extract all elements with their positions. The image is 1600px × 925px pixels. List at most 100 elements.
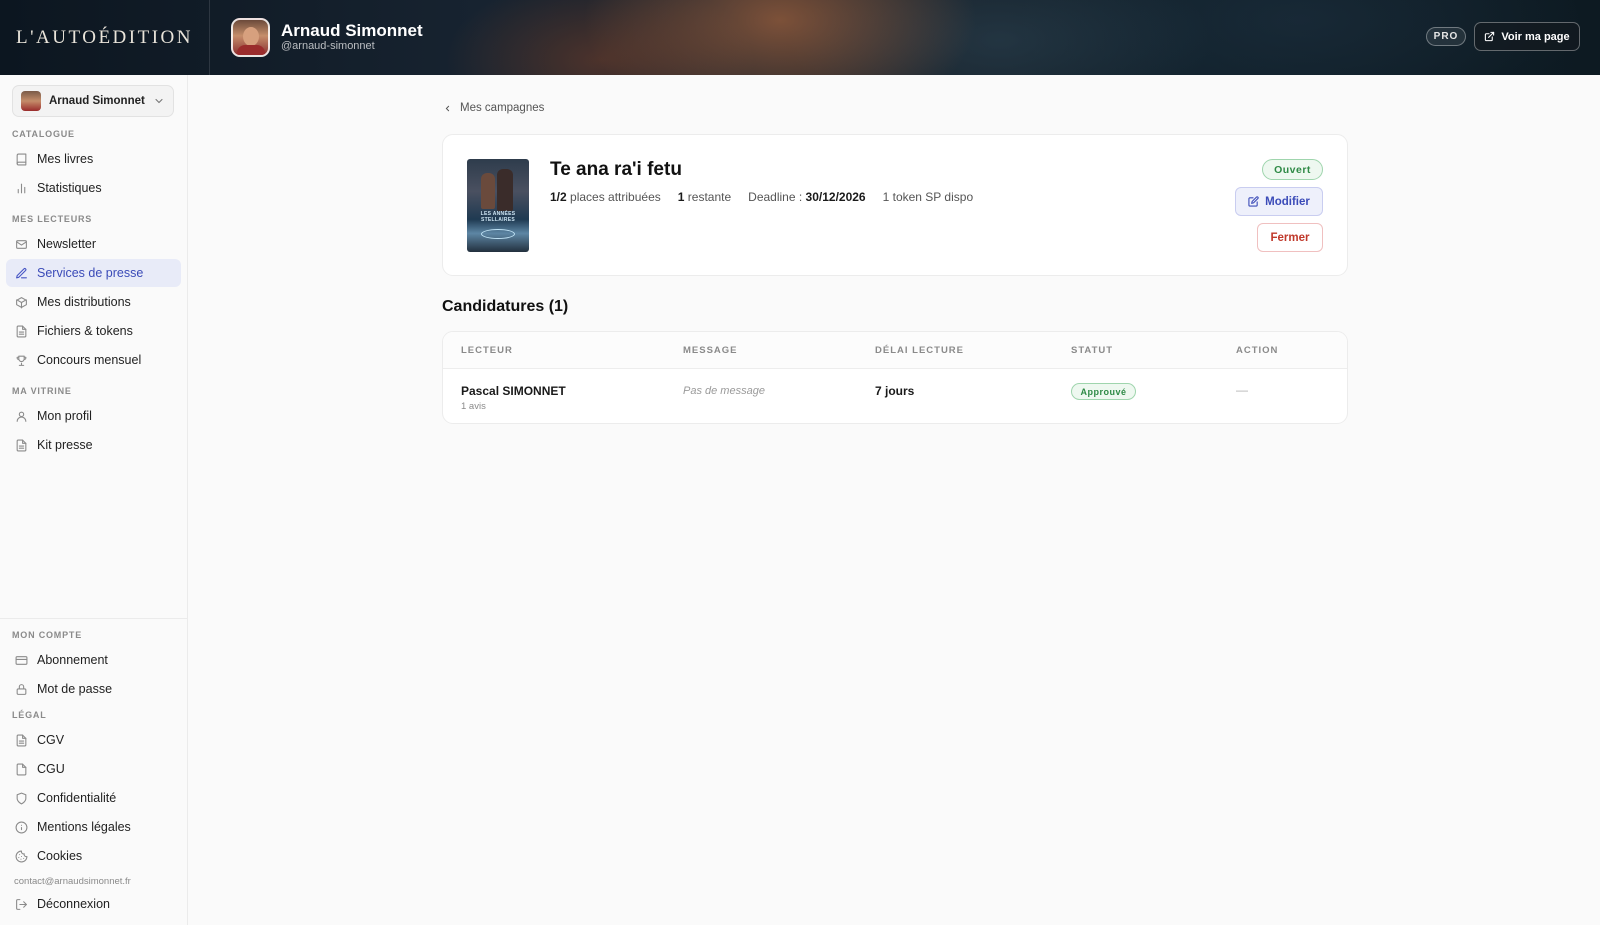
user-icon: [15, 410, 28, 423]
back-to-campaigns-link[interactable]: Mes campagnes: [443, 102, 544, 114]
book-cover: LES ANNÉES STELLAIRES: [467, 159, 529, 252]
brand-logo[interactable]: L'AUTOÉDITION: [0, 0, 210, 75]
sidebar-item-label: Kit presse: [37, 438, 93, 452]
header-user-handle: @arnaud-simonnet: [281, 40, 375, 52]
section-label-catalogue: CATALOGUE: [12, 129, 75, 139]
section-label-account: MON COMPTE: [12, 630, 82, 640]
sidebar-item-password[interactable]: Mot de passe: [6, 675, 181, 703]
view-my-page-label: Voir ma page: [1501, 30, 1570, 43]
chevron-down-icon: [153, 95, 165, 107]
applications-table: LECTEUR MESSAGE DÉLAI LECTURE STATUT ACT…: [442, 331, 1348, 424]
table-header: LECTEUR MESSAGE DÉLAI LECTURE STATUT ACT…: [443, 332, 1347, 369]
book-cover-title: LES ANNÉES STELLAIRES: [480, 211, 516, 223]
credit-card-icon: [15, 654, 28, 667]
remaining-stat: 1 restante: [677, 190, 732, 204]
account-avatar: [21, 91, 41, 111]
approved-badge: Approuvé: [1071, 383, 1136, 400]
sidebar-item-cgv[interactable]: CGV: [6, 726, 181, 754]
mail-icon: [15, 238, 28, 251]
sidebar-item-files-tokens[interactable]: Fichiers & tokens: [6, 317, 181, 345]
sidebar-item-label: Statistiques: [37, 181, 102, 195]
sidebar-item-label: Abonnement: [37, 653, 108, 667]
book-icon: [15, 153, 28, 166]
column-header-status: STATUT: [1071, 345, 1114, 356]
lock-icon: [15, 683, 28, 696]
campaign-card: LES ANNÉES STELLAIRES Te ana ra'i fetu 1…: [442, 134, 1348, 276]
edit-button[interactable]: Modifier: [1235, 187, 1323, 216]
column-header-message: MESSAGE: [683, 345, 738, 356]
column-header-reading-delay: DÉLAI LECTURE: [875, 345, 964, 356]
deadline-stat: Deadline : 30/12/2026: [748, 190, 866, 204]
status-badge: Ouvert: [1262, 159, 1323, 180]
sidebar-item-cgu[interactable]: CGU: [6, 755, 181, 783]
external-link-icon: [1484, 31, 1495, 42]
section-label-showcase: MA VITRINE: [12, 386, 72, 396]
contact-email: contact@arnaudsimonnet.fr: [14, 876, 131, 887]
sidebar-item-label: Newsletter: [37, 237, 97, 251]
sidebar-item-contest[interactable]: Concours mensuel: [6, 346, 181, 374]
sidebar-item-legal-notice[interactable]: Mentions légales: [6, 813, 181, 841]
view-my-page-button[interactable]: Voir ma page: [1474, 22, 1580, 51]
top-header: L'AUTOÉDITION Arnaud Simonnet @arnaud-si…: [0, 0, 1600, 75]
trophy-icon: [15, 354, 28, 367]
applications-heading: Candidatures (1): [442, 298, 569, 315]
file-text-icon: [15, 439, 28, 452]
sidebar-item-label: CGV: [37, 733, 65, 747]
sidebar-item-label: Fichiers & tokens: [37, 324, 133, 338]
account-switcher[interactable]: Arnaud Simonnet: [12, 85, 174, 117]
sidebar-item-profile[interactable]: Mon profil: [6, 402, 181, 430]
package-icon: [15, 296, 28, 309]
sidebar-item-label: Mon profil: [37, 409, 92, 423]
sidebar-item-label: Cookies: [37, 849, 83, 863]
sidebar-item-press-kit[interactable]: Kit presse: [6, 431, 181, 459]
reader-name[interactable]: Pascal SIMONNET: [461, 384, 566, 398]
sidebar-divider: [0, 618, 188, 619]
file-text-icon: [15, 325, 28, 338]
section-label-readers: MES LECTEURS: [12, 214, 93, 224]
edit-button-label: Modifier: [1265, 195, 1310, 208]
sidebar-item-label: Confidentialité: [37, 791, 117, 805]
section-label-legal: LÉGAL: [12, 710, 47, 720]
status-cell: Approuvé: [1071, 383, 1136, 400]
column-header-action: ACTION: [1236, 345, 1279, 356]
account-name: Arnaud Simonnet: [49, 95, 145, 107]
sidebar-item-label: Mes distributions: [37, 295, 131, 309]
pro-badge: PRO: [1426, 27, 1466, 46]
sidebar-item-stats[interactable]: Statistiques: [6, 174, 181, 202]
sidebar-item-subscription[interactable]: Abonnement: [6, 646, 181, 674]
campaign-stats: 1/2 places attribuées 1 restante Deadlin…: [550, 190, 973, 204]
sidebar-item-distributions[interactable]: Mes distributions: [6, 288, 181, 316]
back-link-label: Mes campagnes: [460, 102, 545, 114]
close-campaign-button[interactable]: Fermer: [1257, 223, 1323, 252]
sidebar-item-label: Mot de passe: [37, 682, 113, 696]
places-stat: 1/2 places attribuées: [550, 190, 661, 204]
campaign-title: Te ana ra'i fetu: [550, 159, 682, 180]
cookie-icon: [15, 850, 28, 863]
reading-delay-cell: 7 jours: [875, 384, 915, 398]
column-header-reader: LECTEUR: [461, 345, 513, 356]
reader-reviews: 1 avis: [461, 401, 486, 412]
sidebar-item-label: CGU: [37, 762, 65, 776]
edit-icon: [1248, 196, 1259, 207]
sidebar-item-press-services[interactable]: Services de presse: [6, 259, 181, 287]
message-cell: Pas de message: [683, 385, 765, 397]
logout-button[interactable]: Déconnexion: [6, 890, 181, 918]
info-icon: [15, 821, 28, 834]
header-user-name: Arnaud Simonnet: [281, 21, 423, 40]
logout-icon: [15, 898, 28, 911]
sidebar-item-label: Mentions légales: [37, 820, 131, 834]
file-text-icon: [15, 734, 28, 747]
shield-icon: [15, 792, 28, 805]
logout-label: Déconnexion: [37, 897, 110, 911]
sidebar-item-label: Mes livres: [37, 152, 94, 166]
user-avatar: [231, 18, 270, 57]
sidebar-item-cookies[interactable]: Cookies: [6, 842, 181, 870]
file-icon: [15, 763, 28, 776]
sidebar-item-label: Services de presse: [37, 266, 144, 280]
action-cell: —: [1236, 383, 1248, 397]
sidebar: Arnaud Simonnet CATALOGUE Mes livres Sta…: [0, 75, 188, 925]
tokens-stat: 1 token SP dispo: [882, 190, 974, 204]
sidebar-item-books[interactable]: Mes livres: [6, 145, 181, 173]
sidebar-item-privacy[interactable]: Confidentialité: [6, 784, 181, 812]
sidebar-item-newsletter[interactable]: Newsletter: [6, 230, 181, 258]
